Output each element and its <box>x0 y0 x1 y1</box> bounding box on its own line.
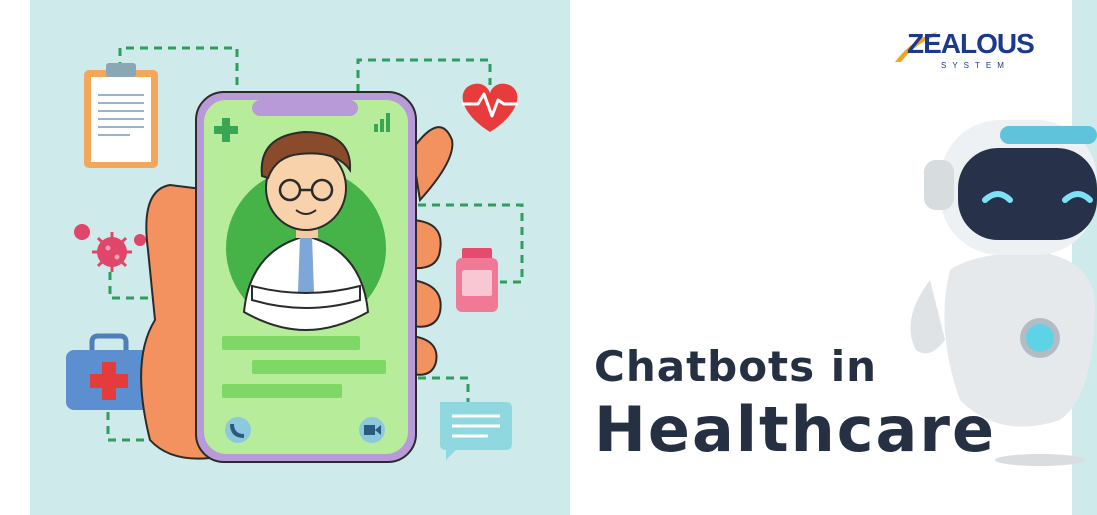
chat-bubble-icon <box>440 402 512 460</box>
logo-subtitle: SYSTEM <box>941 61 1010 70</box>
logo-word: ZEALOUS <box>907 28 1035 59</box>
headline-line-2: Healthcare <box>594 393 997 466</box>
virus-icon <box>74 224 146 272</box>
banner: ZEALOUS SYSTEM Chatbots in Healthcare <box>0 0 1097 515</box>
video-call-icon <box>359 417 385 443</box>
heart-rate-icon <box>462 83 518 132</box>
phone <box>195 91 417 463</box>
phone-call-icon <box>225 417 251 443</box>
clipboard-icon <box>84 63 158 168</box>
medicine-bottle-icon <box>456 248 498 312</box>
headline-line-1: Chatbots in <box>594 342 878 391</box>
page-title: Chatbots in Healthcare <box>594 340 996 466</box>
brand-logo: ZEALOUS SYSTEM <box>893 28 1043 74</box>
first-aid-kit-icon <box>66 333 152 410</box>
